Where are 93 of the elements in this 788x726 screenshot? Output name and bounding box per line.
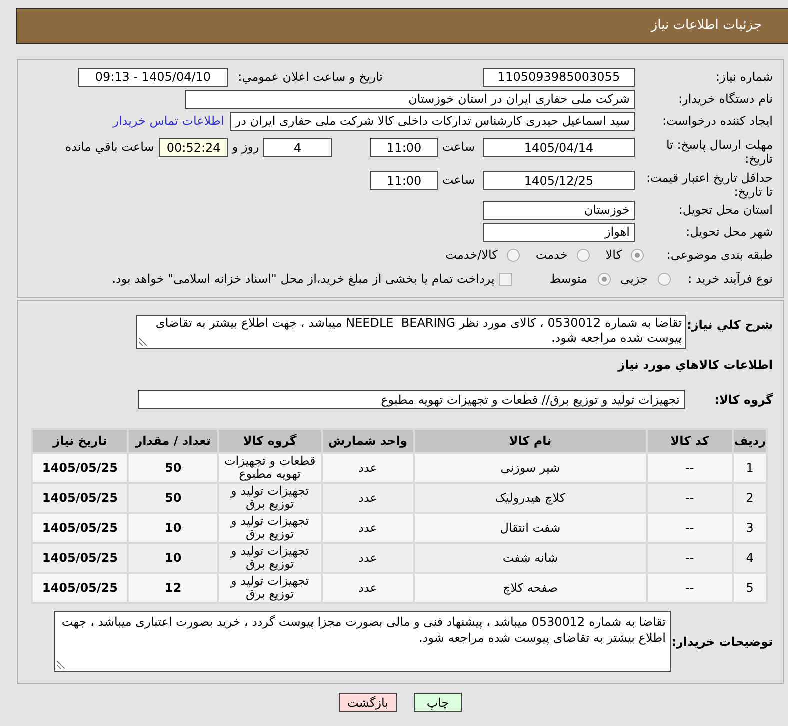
- resize-handle-icon[interactable]: [57, 661, 65, 669]
- deadline-date-field[interactable]: 1405/04/14: [483, 138, 635, 157]
- table-cell: 50: [129, 454, 218, 482]
- table-cell: 3: [734, 514, 766, 542]
- table-cell: تجهیزات تولید و توزیع برق: [219, 484, 321, 512]
- radio-label: متوسط: [550, 271, 588, 288]
- requester-field[interactable]: سید اسماعیل حیدری کارشناس تدارکات داخلی کالا شرکت ملی حفاری ایران در: [230, 112, 635, 130]
- column-header: واحد شمارش: [322, 430, 414, 452]
- back-button[interactable]: بازگشت: [339, 693, 397, 712]
- goods-group-field[interactable]: تجهیزات تولید و توزیع برق// قطعات و تجهیزات تهویه مطبوع: [138, 390, 685, 409]
- column-header: گروه کالا: [219, 430, 321, 452]
- time-left-field[interactable]: 00:52:24: [159, 138, 228, 157]
- table-cell: 1405/05/25: [33, 454, 128, 482]
- buyer-notes-field[interactable]: تقاضا به شماره 0530012 میباشد ، پیشنهاد فنی و مالی بصورت مجزا پیوست گردد ، خرید بصورت اعتباری میباشد ، جهت اطلاع بیشتر به تقاضای پیوست شده مراجعه شود.: [54, 611, 671, 672]
- radio-button[interactable]: [576, 248, 590, 262]
- table-cell: تجهیزات تولید و توزیع برق: [219, 544, 321, 572]
- table-cell: 1405/05/25: [33, 574, 128, 602]
- days-left-field[interactable]: 4: [263, 138, 332, 157]
- buyer-org-field[interactable]: شرکت ملی حفاری ایران در استان خوزستان: [185, 90, 635, 108]
- buyer-contact-link[interactable]: اطلاعات تماس خریدار: [113, 112, 224, 130]
- field-label: شماره نیاز:: [715, 69, 773, 86]
- table-cell: تجهیزات تولید و توزیع برق: [219, 514, 321, 542]
- table-cell: 1405/05/25: [33, 484, 128, 512]
- table-cell: --: [648, 544, 732, 572]
- table-cell: 10: [129, 544, 218, 572]
- table-cell: شیر سوزنی: [415, 454, 646, 482]
- table-cell: 2: [734, 484, 766, 512]
- print-button[interactable]: چاپ: [414, 693, 462, 712]
- radio-label: جزیی: [620, 271, 648, 288]
- column-header: تعداد / مقدار: [129, 430, 218, 452]
- radio-button[interactable]: [631, 248, 644, 262]
- table-cell: کلاچ هیدرولیک: [415, 484, 646, 512]
- table-cell: صفحه کلاچ: [415, 574, 646, 602]
- field-label: نام دستگاه خریدار:: [678, 91, 773, 108]
- deadline-time-field[interactable]: 11:00: [370, 138, 438, 157]
- table-cell: 12: [129, 574, 218, 602]
- column-header: تاریخ نیاز: [33, 430, 128, 452]
- field-label: ایجاد کننده درخواست:: [661, 113, 773, 130]
- table-cell: عدد: [322, 514, 414, 542]
- table-cell: 5: [734, 574, 766, 602]
- radio-label: خدمت: [536, 247, 568, 264]
- field-label: شهر محل تحویل:: [685, 224, 773, 241]
- table-cell: عدد: [322, 544, 414, 572]
- table-cell: شفت انتقال: [415, 514, 646, 542]
- announce-datetime-field[interactable]: 1405/04/10 - 09:13: [78, 68, 228, 86]
- resize-handle-icon[interactable]: [139, 338, 147, 346]
- table-cell: 1: [734, 454, 766, 482]
- table-cell: عدد: [322, 454, 414, 482]
- table-cell: عدد: [322, 574, 414, 602]
- page-title: جزئیات اطلاعات نیاز: [651, 17, 762, 36]
- field-label: ساعت: [442, 139, 475, 156]
- table-cell: --: [648, 454, 732, 482]
- field-label: استان محل تحویل:: [678, 202, 773, 219]
- table-cell: شانه شفت: [415, 544, 646, 572]
- validity-time-field[interactable]: 11:00: [370, 171, 438, 190]
- radio-button[interactable]: [506, 248, 520, 262]
- need-number-field[interactable]: 1105093985003055: [483, 68, 635, 86]
- checkbox-label: پرداخت تمام یا بخشی از مبلغ خرید،از محل "اسناد خزانه اسلامی" خواهد بود.: [112, 271, 495, 288]
- table-cell: عدد: [322, 484, 414, 512]
- field-label: نوع فرآیند خرید :: [687, 271, 773, 288]
- radio-button[interactable]: [658, 272, 671, 286]
- table-cell: --: [648, 514, 732, 542]
- validity-date-field[interactable]: 1405/12/25: [483, 171, 635, 190]
- column-header: ردیف: [734, 430, 766, 452]
- table-cell: --: [648, 574, 732, 602]
- checkbox[interactable]: [498, 272, 512, 286]
- section-heading: اطلاعات کالاهاي مورد نیاز: [618, 358, 773, 372]
- field-label: گروه کالا:: [714, 392, 773, 408]
- column-header: نام کالا: [415, 430, 646, 452]
- column-header: کد کالا: [648, 430, 732, 452]
- field-label: تاریخ و ساعت اعلان عمومي:: [238, 69, 383, 86]
- table-cell: قطعات و تجهیزات تهویه مطبوع: [219, 454, 321, 482]
- table-cell: 4: [734, 544, 766, 572]
- field-label: مهلت ارسال پاسخ: تا تاریخ:: [665, 138, 773, 166]
- field-label: ساعت: [442, 172, 475, 189]
- province-field[interactable]: خوزستان: [483, 200, 635, 220]
- table-cell: 10: [129, 514, 218, 542]
- table-cell: 50: [129, 484, 218, 512]
- table-cell: 1405/05/25: [33, 544, 128, 572]
- field-label: توضیحات خریدار:: [671, 634, 773, 650]
- table-cell: تجهیزات تولید و توزیع برق: [219, 574, 321, 602]
- field-label: روز و: [232, 139, 260, 156]
- description-field[interactable]: تقاضا به شماره 0530012 ، کالای مورد نظر NEEDLE BEARING میباشد ، جهت اطلاع بیشتر به تقاضای پیوست شده مراجعه شود.: [136, 315, 686, 349]
- field-label: طبقه بندی موضوعی:: [666, 247, 773, 264]
- table-cell: --: [648, 484, 732, 512]
- city-field[interactable]: اهواز: [483, 222, 635, 242]
- radio-label: کالا/خدمت: [446, 247, 498, 264]
- field-label: ساعت باقي مانده: [65, 139, 154, 156]
- radio-label: کالا: [606, 247, 622, 264]
- field-label: حداقل تاریخ اعتبار قیمت: تا تاریخ:: [645, 171, 773, 199]
- table-cell: 1405/05/25: [33, 514, 128, 542]
- radio-button[interactable]: [598, 272, 611, 286]
- field-label: شرح کلي نیاز:: [686, 317, 773, 334]
